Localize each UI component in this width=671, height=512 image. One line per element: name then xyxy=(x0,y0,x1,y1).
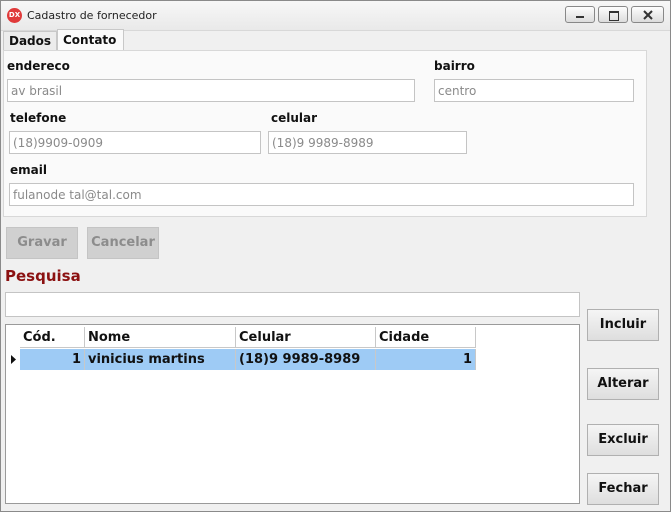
bairro-input[interactable] xyxy=(434,79,634,102)
row-indicator-icon xyxy=(11,355,16,364)
save-button[interactable]: Gravar xyxy=(6,227,78,259)
title-bar[interactable]: DX Cadastro de fornecedor xyxy=(1,1,670,31)
close-icon xyxy=(643,10,653,20)
close-window-button[interactable] xyxy=(631,6,664,23)
app-icon: DX xyxy=(7,8,22,23)
minimize-icon xyxy=(576,16,584,18)
search-input[interactable] xyxy=(5,292,580,317)
telefone-input[interactable] xyxy=(9,131,261,154)
email-input[interactable] xyxy=(9,183,634,206)
search-label: Pesquisa xyxy=(5,267,81,285)
celular-input[interactable] xyxy=(268,131,467,154)
cell-cidade[interactable]: 1 xyxy=(376,349,476,370)
close-button[interactable]: Fechar xyxy=(587,473,659,505)
maximize-button[interactable] xyxy=(598,6,628,23)
cell-nome[interactable]: vinicius martins xyxy=(85,349,236,370)
cell-cod[interactable]: 1 xyxy=(20,349,85,370)
cell-celular[interactable]: (18)9 9989-8989 xyxy=(236,349,376,370)
tab-contato[interactable]: Contato xyxy=(57,29,124,50)
include-button[interactable]: Incluir xyxy=(587,309,659,341)
column-header-cod[interactable]: Cód. xyxy=(20,327,85,348)
edit-button[interactable]: Alterar xyxy=(587,368,659,400)
endereco-input[interactable] xyxy=(7,79,415,102)
main-window: DX Cadastro de fornecedor Dados Contato … xyxy=(0,0,671,512)
maximize-icon xyxy=(609,11,619,21)
contato-panel: endereco bairro telefone celular email xyxy=(3,50,647,217)
delete-button[interactable]: Excluir xyxy=(587,424,659,456)
tab-dados[interactable]: Dados xyxy=(3,31,58,50)
column-header-celular[interactable]: Celular xyxy=(236,327,376,348)
supplier-grid[interactable]: Cód. Nome Celular Cidade 1 vinicius mart… xyxy=(5,324,580,504)
cancel-button[interactable]: Cancelar xyxy=(87,227,159,259)
bairro-label: bairro xyxy=(434,59,475,73)
column-header-nome[interactable]: Nome xyxy=(85,327,236,348)
window-title: Cadastro de fornecedor xyxy=(27,9,157,22)
telefone-label: telefone xyxy=(10,111,67,125)
endereco-label: endereco xyxy=(7,59,70,73)
email-label: email xyxy=(10,163,47,177)
column-header-cidade[interactable]: Cidade xyxy=(376,327,476,348)
celular-label: celular xyxy=(271,111,318,125)
minimize-button[interactable] xyxy=(565,6,595,23)
